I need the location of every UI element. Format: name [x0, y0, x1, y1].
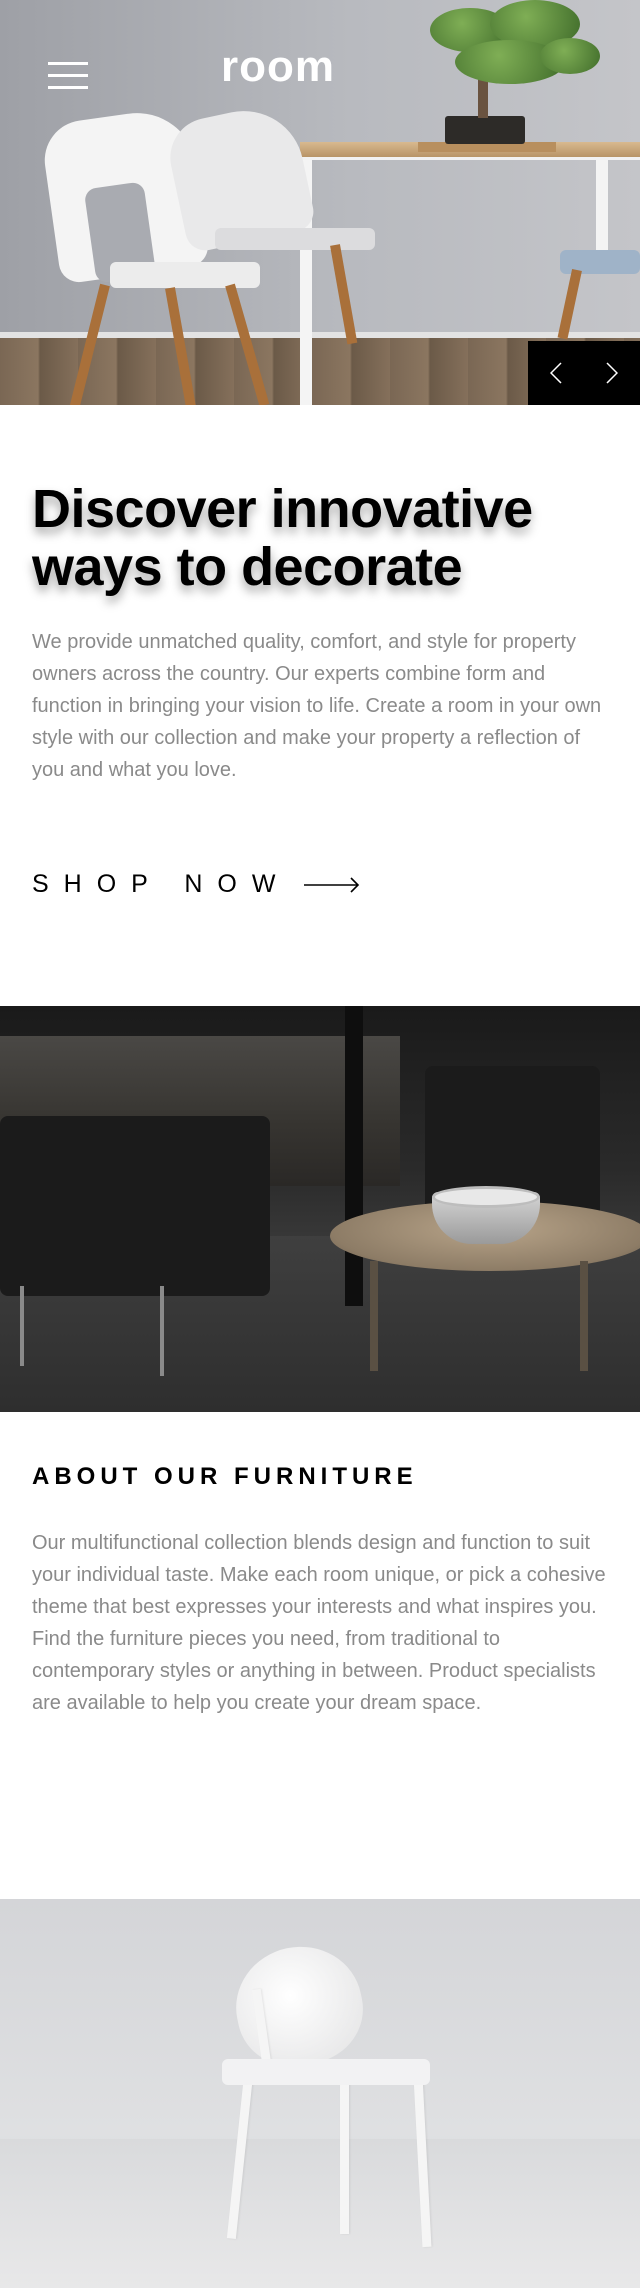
shop-now-label: SHOP NOW	[32, 870, 291, 898]
light-image-chair-seat	[222, 2059, 430, 2085]
dark-image-armchair	[0, 1116, 270, 1296]
dark-image-table-leg	[370, 1261, 378, 1371]
light-chair-image	[0, 1899, 640, 2288]
logo[interactable]: room	[0, 42, 556, 92]
about-heading: ABOUT OUR FURNITURE	[32, 1463, 418, 1490]
slider-prev-button[interactable]	[528, 341, 584, 405]
shop-now-link[interactable]: SHOP NOW	[32, 870, 360, 899]
about-description: Our multifunctional collection blends de…	[32, 1532, 606, 1714]
hero-image-table-leg	[596, 160, 608, 260]
hero-section: room	[0, 0, 640, 405]
hero-heading: Discover innovative ways to decorate	[32, 479, 533, 597]
dark-interior-image	[0, 1006, 640, 1412]
dark-image-chair-frame	[20, 1286, 24, 1366]
slider-nav	[528, 341, 640, 405]
dark-image-table-leg	[580, 1261, 588, 1371]
dark-image-chair-frame	[160, 1286, 164, 1376]
light-image-floor	[0, 2139, 640, 2288]
dark-image-bowl-rim	[432, 1186, 540, 1208]
arrow-right-icon	[304, 876, 360, 893]
light-image-chair-leg	[340, 2074, 349, 2234]
hero-image-bonsai-pot	[445, 116, 525, 144]
hero-image-chair-seat	[110, 262, 260, 288]
chevron-right-icon	[606, 362, 618, 384]
hero-description: We provide unmatched quality, comfort, a…	[32, 631, 602, 781]
slider-next-button[interactable]	[584, 341, 640, 405]
chevron-left-icon	[550, 362, 562, 384]
light-image-chair-back	[225, 1935, 373, 2077]
hero-image-chair-seat	[215, 228, 375, 250]
dark-image-pillar	[345, 1006, 363, 1306]
